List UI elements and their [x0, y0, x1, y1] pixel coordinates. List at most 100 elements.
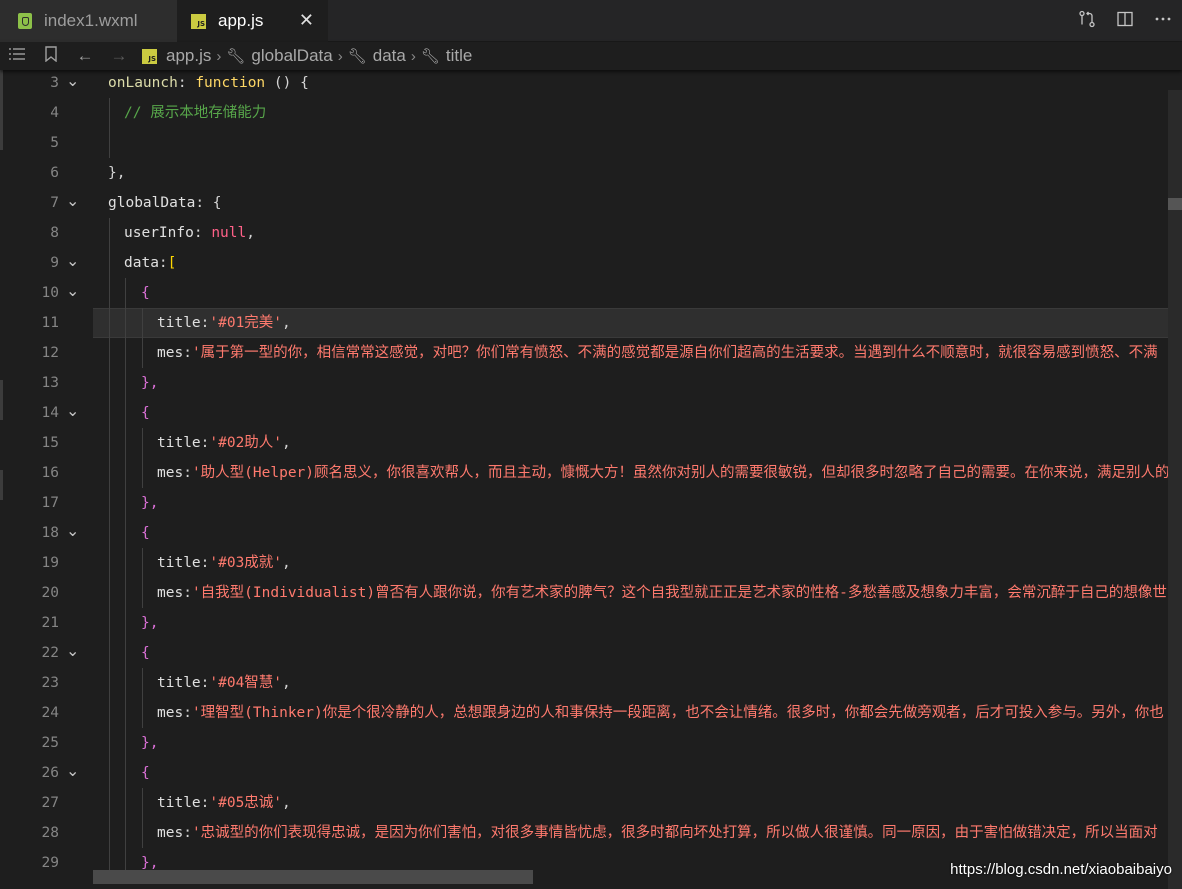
chevron-down-icon[interactable]: ⌄	[66, 246, 79, 276]
code-line[interactable]: 10 ⌄ {	[0, 278, 1182, 308]
indent-guide	[142, 698, 143, 728]
code-punctuation: :	[183, 585, 192, 601]
code-line[interactable]: 19 title:'#03成就',	[0, 548, 1182, 578]
chevron-down-icon[interactable]: ⌄	[66, 516, 79, 546]
indent-guide	[125, 548, 126, 578]
tab-app-js[interactable]: JS app.js ✕	[177, 0, 328, 42]
chevron-down-icon[interactable]: ⌄	[66, 186, 79, 216]
indent-guide	[109, 728, 110, 758]
breadcrumb-item-globaldata[interactable]: globalData	[251, 46, 332, 66]
chevron-down-icon[interactable]: ⌄	[66, 276, 79, 306]
more-actions-icon[interactable]	[1144, 10, 1182, 33]
vertical-scrollbar[interactable]	[1168, 90, 1182, 889]
indent-guide	[125, 338, 126, 368]
split-editor-icon[interactable]	[1106, 10, 1144, 33]
breadcrumb-item-data[interactable]: data	[373, 46, 406, 66]
code-punctuation: ,	[282, 795, 291, 811]
code-line[interactable]: 4 // 展示本地存储能力	[0, 98, 1182, 128]
code-line[interactable]: 20 mes:'自我型(Individualist)曾否有人跟你说，你有艺术家的脾…	[0, 578, 1182, 608]
breadcrumb-item-file[interactable]: app.js	[166, 46, 211, 66]
tab-bar: index1.wxml JS app.js ✕	[0, 0, 1182, 42]
code-text: mes:'属于第一型的你，相信常常这感觉，对吧？你们常有愤怒、不满的感觉都是源自…	[157, 338, 1158, 368]
code-punctuation: ,	[282, 435, 291, 451]
indent-guide	[125, 818, 126, 848]
horizontal-scrollbar[interactable]	[93, 870, 533, 884]
code-token: '助人型(Helper)顾名思义，你很喜欢帮人，而且主动，慷慨大方！虽然你对别人…	[191, 465, 1170, 481]
code-line[interactable]: 7 ⌄ globalData: {	[0, 188, 1182, 218]
forward-arrow-icon[interactable]: →	[102, 46, 136, 66]
code-line[interactable]: 8 userInfo: null,	[0, 218, 1182, 248]
indent-guide	[142, 788, 143, 818]
code-text: mes:'助人型(Helper)顾名思义，你很喜欢帮人，而且主动，慷慨大方！虽然…	[157, 458, 1170, 488]
code-line[interactable]: 17},	[0, 488, 1182, 518]
chevron-down-icon[interactable]: ⌄	[66, 636, 79, 666]
code-editor[interactable]: 3 ⌄ onLaunch: function () {4 // 展示本地存储能力 5 6}…	[0, 70, 1182, 889]
code-text: {	[141, 518, 150, 548]
tab-index1-wxml[interactable]: index1.wxml	[0, 0, 177, 42]
indent-guide	[109, 668, 110, 698]
code-line[interactable]: 23 title:'#04智慧',	[0, 668, 1182, 698]
code-line[interactable]: 28 mes:'忠诚型的你们表现得忠诚，是因为你们害怕，对很多事情皆忧虑，很多时都…	[0, 818, 1182, 848]
code-line[interactable]: 11 title:'#01完美',	[0, 308, 1182, 338]
bookmark-icon[interactable]	[34, 45, 68, 67]
code-line[interactable]: 12 mes:'属于第一型的你，相信常常这感觉，对吧？你们常有愤怒、不满的感觉都是…	[0, 338, 1182, 368]
indent-guide	[109, 368, 110, 398]
indent-guide	[125, 788, 126, 818]
code-text: {	[141, 638, 150, 668]
chevron-down-icon[interactable]: ⌄	[66, 756, 79, 786]
code-line[interactable]: 25},	[0, 728, 1182, 758]
code-token: '自我型(Individualist)曾否有人跟你说，你有艺术家的脾气？这个自我…	[191, 585, 1167, 601]
indent-guide	[125, 458, 126, 488]
indent-guide	[109, 338, 110, 368]
chevron-down-icon[interactable]: ⌄	[66, 396, 79, 426]
back-arrow-icon[interactable]: ←	[68, 46, 102, 66]
code-line[interactable]: 22 ⌄ {	[0, 638, 1182, 668]
line-number: 29	[41, 855, 59, 871]
code-line[interactable]: 21},	[0, 608, 1182, 638]
code-line[interactable]: 3 ⌄ onLaunch: function () {	[0, 70, 1182, 98]
code-punctuation: : {	[195, 195, 222, 211]
chevron-down-icon[interactable]: ⌄	[66, 70, 79, 96]
code-token: '忠诚型的你们表现得忠诚，是因为你们害怕，对很多事情皆忧虑，很多时都向坏处打算，…	[191, 825, 1158, 841]
code-line[interactable]: 15 title:'#02助人',	[0, 428, 1182, 458]
code-punctuation: },	[141, 375, 159, 391]
code-token: // 展示本地存储能力	[124, 105, 267, 121]
code-punctuation: :	[183, 345, 192, 361]
chevron-right-icon: ›	[410, 47, 416, 65]
code-text: },	[141, 368, 158, 398]
breadcrumb: ← → JS app.js › 🔧︎ globalData › 🔧︎ data …	[0, 42, 1182, 70]
code-text: title:'#05忠诚',	[157, 788, 291, 818]
open-changes-icon[interactable]	[1068, 10, 1106, 33]
code-line[interactable]: 13},	[0, 368, 1182, 398]
code-punctuation: },	[141, 615, 159, 631]
code-line[interactable]: 26 ⌄ {	[0, 758, 1182, 788]
gutter-marker	[0, 90, 3, 150]
gutter-marker	[0, 470, 3, 500]
code-text: data:[	[124, 248, 176, 278]
code-line[interactable]: 6},	[0, 158, 1182, 188]
code-line[interactable]: 18 ⌄ {	[0, 518, 1182, 548]
indent-guide	[125, 428, 126, 458]
code-line[interactable]: 24 mes:'理智型(Thinker)你是个很冷静的人，总想跟身边的人和事保持一…	[0, 698, 1182, 728]
scrollbar-thumb[interactable]	[1168, 198, 1182, 210]
indent-guide	[125, 608, 126, 638]
code-line[interactable]: 9 ⌄ data:[	[0, 248, 1182, 278]
code-line[interactable]: 5	[0, 128, 1182, 158]
close-icon[interactable]: ✕	[299, 10, 314, 30]
line-number: 20	[41, 585, 59, 601]
code-text: mes:'自我型(Individualist)曾否有人跟你说，你有艺术家的脾气？…	[157, 578, 1167, 608]
indent-guide	[109, 518, 110, 548]
code-text: title:'#03成就',	[157, 548, 291, 578]
code-line[interactable]: 16 mes:'助人型(Helper)顾名思义，你很喜欢帮人，而且主动，慷慨大方！…	[0, 458, 1182, 488]
indent-guide	[125, 638, 126, 668]
list-icon[interactable]	[0, 46, 34, 66]
code-line[interactable]: 14 ⌄ {	[0, 398, 1182, 428]
indent-guide	[125, 488, 126, 518]
line-number: 17	[41, 495, 59, 511]
code-text: },	[108, 158, 125, 188]
line-number: 10	[41, 285, 59, 301]
breadcrumb-item-title[interactable]: title	[446, 46, 472, 66]
code-text: globalData: {	[108, 188, 222, 218]
code-punctuation: :	[183, 705, 192, 721]
code-line[interactable]: 27 title:'#05忠诚',	[0, 788, 1182, 818]
